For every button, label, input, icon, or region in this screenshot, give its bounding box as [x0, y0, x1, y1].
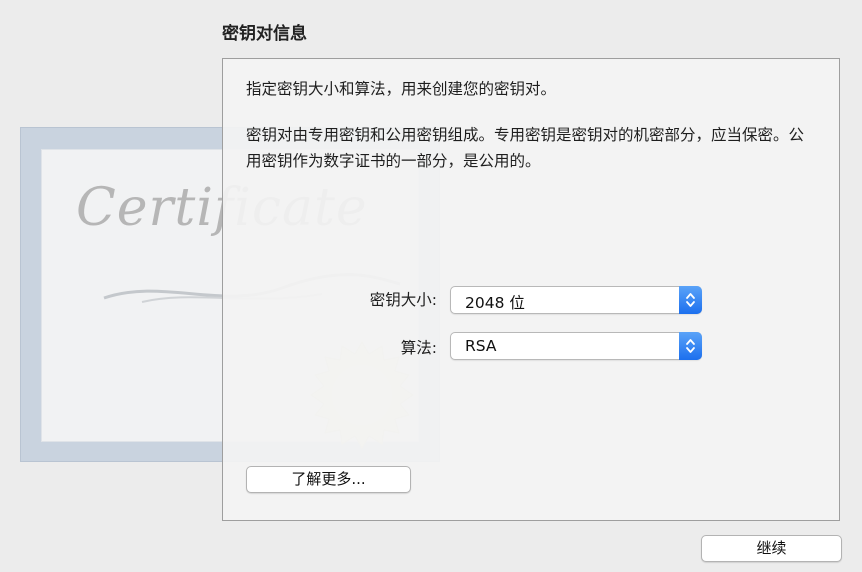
- up-down-chevron-icon: [679, 332, 702, 360]
- up-down-chevron-icon: [679, 286, 702, 314]
- key-size-value: 2048 位: [465, 294, 525, 312]
- learn-more-button[interactable]: 了解更多...: [246, 466, 411, 493]
- description-text: 密钥对由专用密钥和公用密钥组成。专用密钥是密钥对的机密部分，应当保密。公用密钥作…: [246, 126, 805, 170]
- continue-button[interactable]: 继续: [701, 535, 842, 562]
- section-title: 密钥对信息: [222, 24, 307, 44]
- algorithm-select[interactable]: RSA: [450, 332, 702, 360]
- algorithm-label: 算法:: [400, 339, 437, 357]
- algorithm-value: RSA: [465, 337, 497, 355]
- key-pair-info-panel: 指定密钥大小和算法，用来创建您的密钥对。 密钥对由专用密钥和公用密钥组成。专用密…: [222, 58, 840, 521]
- key-size-label: 密钥大小:: [369, 291, 437, 309]
- intro-text: 指定密钥大小和算法，用来创建您的密钥对。: [246, 80, 557, 98]
- key-size-select[interactable]: 2048 位: [450, 286, 702, 314]
